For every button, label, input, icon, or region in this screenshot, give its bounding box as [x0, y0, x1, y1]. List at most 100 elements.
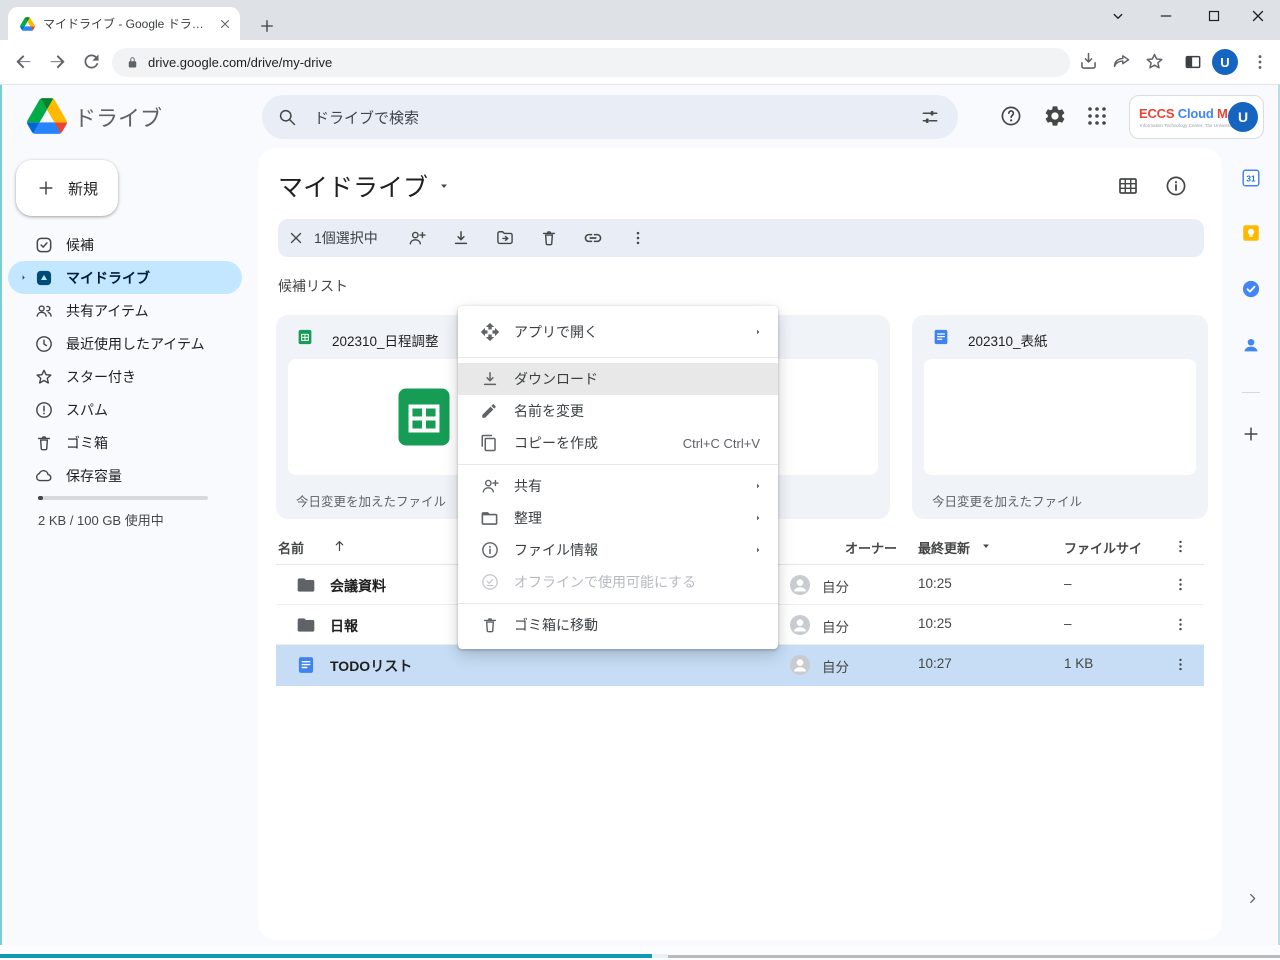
menu-shortcut: Ctrl+C Ctrl+V [683, 436, 760, 451]
url-bar[interactable]: drive.google.com/drive/my-drive [112, 48, 1070, 77]
window-close-button[interactable] [1249, 7, 1267, 25]
row-more-icon[interactable] [1172, 656, 1189, 673]
show-side-panel-chevron-icon[interactable] [1244, 890, 1261, 907]
menu-item-open-with[interactable]: アプリで開く [458, 312, 778, 352]
sidebar: 新規 候補 マイドライブ 共有アイテム 最近使用したアイテム [0, 148, 250, 960]
copy-icon [480, 434, 500, 452]
page-title-row[interactable]: マイドライブ [278, 168, 451, 204]
contacts-icon[interactable] [1240, 334, 1262, 356]
column-modified[interactable]: 最終更新 [918, 538, 970, 557]
window-maximize-button[interactable] [1205, 7, 1223, 25]
tab-close-icon[interactable] [218, 17, 232, 31]
tab-title: マイドライブ - Google ドライブ [43, 15, 210, 32]
back-button[interactable] [12, 51, 34, 73]
search-options-icon[interactable] [920, 107, 940, 127]
more-actions-icon[interactable] [629, 229, 647, 247]
url-text: drive.google.com/drive/my-drive [148, 48, 332, 77]
copy-link-icon[interactable] [583, 228, 603, 248]
list-grid-toggle-icon[interactable] [1116, 174, 1140, 198]
card-reason: 今日変更を加えたファイル [296, 491, 446, 510]
clear-selection-icon[interactable] [287, 229, 305, 247]
browser-profile-avatar[interactable]: U [1212, 49, 1238, 75]
window-minimize-button[interactable] [1157, 7, 1175, 25]
new-tab-button[interactable] [258, 17, 276, 35]
account-badge-logo: ECCS Cloud Mail [1139, 106, 1241, 121]
file-name[interactable]: 日報 [330, 616, 358, 636]
trash-icon [480, 615, 500, 635]
tasks-icon[interactable] [1240, 278, 1262, 300]
pencil-icon [480, 402, 500, 420]
menu-divider [458, 464, 778, 465]
column-options-icon[interactable] [1172, 538, 1189, 555]
menu-item-move-to-trash[interactable]: ゴミ箱に移動 [458, 609, 778, 641]
sidebar-item-spam[interactable]: スパム [8, 393, 242, 426]
move-to-folder-icon[interactable] [495, 228, 515, 248]
sidebar-item-label: スター付き [66, 367, 136, 387]
menu-item-file-info[interactable]: ファイル情報 [458, 534, 778, 566]
share-person-add-icon[interactable] [407, 228, 427, 248]
sidebar-item-suggestions[interactable]: 候補 [8, 228, 242, 261]
new-button[interactable]: 新規 [16, 160, 118, 216]
people-icon [34, 301, 54, 321]
search-bar[interactable] [262, 95, 958, 139]
browser-tab[interactable]: マイドライブ - Google ドライブ [8, 7, 240, 40]
calendar-icon[interactable] [1240, 167, 1262, 189]
storage-progress-bar [38, 496, 208, 500]
browser-menu-icon[interactable] [1250, 52, 1270, 72]
bookmark-star-icon[interactable] [1144, 51, 1165, 72]
trash-icon[interactable] [539, 228, 559, 248]
side-panel-icon[interactable] [1183, 52, 1203, 72]
menu-item-rename[interactable]: 名前を変更 [458, 395, 778, 427]
new-button-label: 新規 [68, 178, 98, 199]
drive-logo[interactable] [27, 98, 67, 134]
file-row-selected-doc[interactable]: TODOリスト 自分 10:27 1 KB [276, 645, 1204, 686]
sidebar-item-trash[interactable]: ゴミ箱 [8, 426, 242, 459]
row-more-icon[interactable] [1172, 616, 1189, 633]
title-dropdown-caret-icon[interactable] [437, 179, 451, 193]
details-info-icon[interactable] [1164, 174, 1188, 198]
modified-time: 10:25 [918, 576, 952, 591]
settings-gear-icon[interactable] [1043, 104, 1067, 128]
reload-button[interactable] [81, 51, 102, 72]
modified-time: 10:25 [918, 616, 952, 631]
download-icon[interactable] [451, 228, 471, 248]
share-icon[interactable] [1111, 51, 1132, 72]
window-left-edge [0, 85, 2, 946]
row-more-icon[interactable] [1172, 576, 1189, 593]
expand-caret-icon[interactable] [18, 272, 34, 283]
sort-ascending-icon[interactable] [331, 537, 348, 554]
window-menu-chevron-icon[interactable] [1109, 7, 1127, 25]
apps-grid-icon[interactable] [1085, 104, 1109, 128]
menu-item-organize[interactable]: 整理 [458, 502, 778, 534]
sidebar-item-storage[interactable]: 保存容量 [8, 459, 242, 492]
column-owner[interactable]: オーナー [845, 538, 897, 557]
sort-descending-caret-icon[interactable] [979, 539, 993, 553]
menu-item-download[interactable]: ダウンロード [458, 363, 778, 395]
menu-item-share[interactable]: 共有 [458, 470, 778, 502]
sidebar-item-label: ゴミ箱 [66, 433, 108, 453]
file-name[interactable]: 会議資料 [330, 576, 386, 596]
column-size[interactable]: ファイルサイ [1064, 538, 1142, 557]
page-title: マイドライブ [278, 168, 428, 204]
badge-word-cloud: Cloud [1178, 106, 1214, 121]
downloads-icon[interactable] [1078, 51, 1099, 72]
help-icon[interactable] [999, 104, 1023, 128]
sidebar-item-my-drive[interactable]: マイドライブ [8, 261, 242, 294]
suggestion-card-doc[interactable]: 202310_表紙 今日変更を加えたファイル [912, 315, 1208, 519]
sidebar-item-starred[interactable]: スター付き [8, 360, 242, 393]
owner-label: 自分 [822, 656, 849, 676]
account-avatar[interactable]: U [1228, 102, 1258, 132]
search-icon[interactable] [277, 107, 297, 127]
file-name[interactable]: TODOリスト [330, 656, 412, 676]
keep-icon[interactable] [1240, 222, 1262, 244]
sidebar-item-shared[interactable]: 共有アイテム [8, 294, 242, 327]
browser-tabstrip: マイドライブ - Google ドライブ [0, 0, 1280, 40]
column-name[interactable]: 名前 [278, 538, 304, 557]
search-input[interactable] [312, 95, 896, 141]
menu-item-make-copy[interactable]: コピーを作成 Ctrl+C Ctrl+V [458, 427, 778, 459]
forward-button[interactable] [47, 51, 69, 73]
add-addon-plus-icon[interactable] [1241, 424, 1261, 444]
sidebar-item-recent[interactable]: 最近使用したアイテム [8, 327, 242, 360]
account-badge[interactable]: ECCS Cloud Mail Information Technology C… [1129, 95, 1264, 139]
card-preview [924, 359, 1196, 475]
